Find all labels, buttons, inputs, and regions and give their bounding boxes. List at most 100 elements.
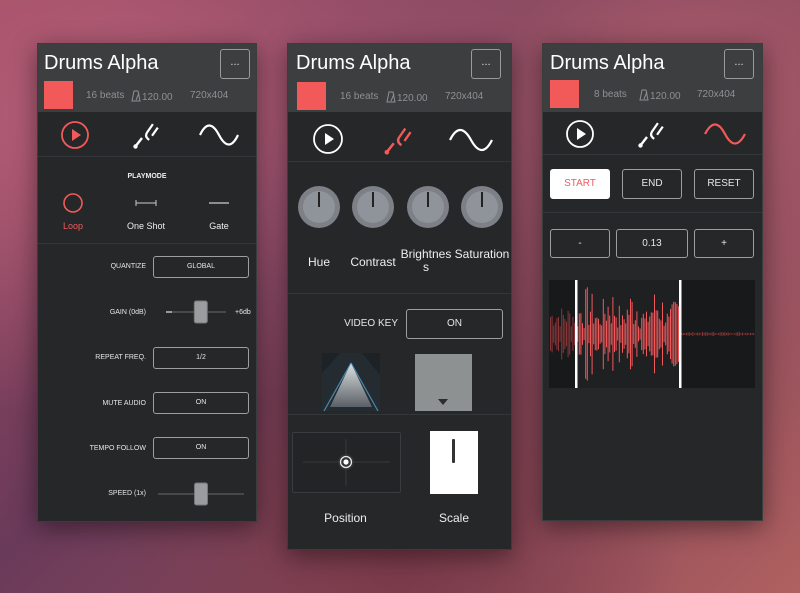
waveform-bar [604, 313, 606, 355]
tuning-fork-icon[interactable] [637, 117, 665, 149]
brightness-knob[interactable] [405, 184, 451, 230]
gate-mode-label[interactable]: Gate [194, 221, 244, 231]
video-key-toggle[interactable]: ON [406, 309, 503, 339]
position-pad[interactable] [292, 432, 401, 493]
waveform-bar [569, 313, 571, 355]
mute-audio-toggle[interactable]: ON [153, 392, 249, 414]
speed-slider[interactable] [156, 481, 246, 507]
tuning-fork-icon[interactable] [132, 118, 160, 150]
divider [38, 156, 256, 157]
sine-wave-icon[interactable] [198, 122, 240, 148]
loop-mode-label[interactable]: Loop [48, 221, 98, 231]
color-swatch[interactable] [297, 82, 326, 110]
one-shot-mode-label[interactable]: One Shot [116, 221, 176, 231]
end-button[interactable]: END [622, 169, 682, 199]
play-icon[interactable] [565, 119, 595, 149]
knob-icon [407, 186, 449, 228]
waveform-bar [610, 323, 612, 345]
color-swatch[interactable] [44, 81, 73, 109]
waveform-bar [724, 332, 726, 336]
video-key-preview [322, 353, 380, 411]
waveform-bar [658, 318, 660, 350]
playback-panel: Drums Alpha ... 16 beats 120.00 720x404 … [37, 43, 257, 522]
more-button[interactable]: ... [471, 49, 501, 79]
play-icon[interactable] [312, 123, 344, 155]
end-marker[interactable] [679, 280, 682, 388]
start-marker[interactable] [575, 280, 578, 388]
knob-icon [461, 186, 503, 228]
waveform-bar [562, 315, 564, 353]
start-button[interactable]: START [550, 169, 610, 199]
key-preview-image [322, 353, 380, 411]
more-button[interactable]: ... [724, 49, 754, 79]
loop-mode-icon[interactable] [62, 192, 84, 214]
waveform-bar [642, 313, 644, 355]
waveform-bar [711, 332, 713, 336]
waveform-bar [650, 312, 652, 356]
resolution: 720x404 [697, 89, 736, 100]
increment-button[interactable]: + [694, 229, 754, 258]
color-swatch[interactable] [550, 80, 579, 108]
reset-button[interactable]: RESET [694, 169, 754, 199]
waveform-display[interactable] [549, 280, 755, 388]
waveform-bar [694, 333, 695, 335]
gate-mode-icon[interactable] [208, 201, 230, 205]
tuning-fork-icon[interactable] [383, 122, 413, 156]
beats-count: 16 beats [86, 90, 125, 101]
video-effects-panel: Drums Alpha ... 16 beats 120.00 720x404 … [287, 43, 512, 550]
waveform-bar [618, 305, 620, 363]
gain-slider[interactable] [162, 299, 230, 325]
play-icon[interactable] [60, 120, 90, 150]
quantize-select[interactable]: GLOBAL [153, 256, 249, 278]
waveform-bar [706, 332, 708, 336]
saturation-knob[interactable] [459, 184, 505, 230]
bpm-value: 120.00 [650, 91, 681, 102]
metronome-icon [639, 89, 649, 101]
speed-slider-thumb[interactable] [194, 482, 208, 506]
one-shot-mode-icon[interactable] [135, 198, 157, 208]
decrement-button[interactable]: - [550, 229, 610, 258]
waveform-bar [626, 309, 628, 359]
waveform-bar [700, 333, 702, 335]
waveform-bar [705, 332, 707, 336]
waveform-bar [713, 332, 715, 336]
value-field[interactable]: 0.13 [616, 229, 688, 258]
waveform-bar [732, 333, 734, 335]
sine-wave-icon[interactable] [703, 121, 747, 147]
sine-wave-icon[interactable] [448, 126, 494, 154]
waveform-bar [722, 332, 724, 336]
audio-trim-panel: Drums Alpha ... 8 beats 120.00 720x404 S… [542, 43, 763, 521]
metronome-icon [386, 91, 396, 103]
waveform-bar [668, 316, 670, 352]
key-color-picker[interactable] [415, 354, 472, 411]
scale-slider[interactable] [430, 431, 478, 494]
tempo-follow-toggle[interactable]: ON [153, 437, 249, 459]
panel-title: Drums Alpha [296, 52, 411, 74]
mute-audio-label: MUTE AUDIO [102, 400, 146, 407]
waveform-bar [561, 308, 563, 360]
waveform-bar [583, 327, 585, 341]
contrast-knob[interactable] [350, 184, 396, 230]
scale-handle[interactable] [452, 439, 455, 463]
waveform-bar [726, 333, 727, 335]
resolution: 720x404 [190, 90, 229, 101]
waveform-bar [730, 333, 732, 335]
waveform-bar [590, 311, 591, 357]
gain-slider-thumb[interactable] [193, 300, 208, 324]
divider [543, 212, 762, 213]
more-button[interactable]: ... [220, 49, 250, 79]
waveform-bar [678, 306, 679, 362]
waveform-bar [684, 333, 686, 335]
repeat-freq-select[interactable]: 1/2 [153, 347, 249, 369]
waveform-bar [625, 323, 627, 345]
waveform-bar [727, 332, 729, 336]
saturation-label: Saturation [454, 247, 510, 261]
waveform [549, 280, 755, 388]
waveform-bar [655, 310, 657, 358]
waveform-bar [582, 323, 583, 345]
position-pad-grid [303, 439, 390, 486]
hue-knob[interactable] [296, 184, 342, 230]
beats-count: 16 beats [340, 91, 379, 102]
waveform-bar [702, 331, 703, 337]
bpm-display: 120.00 [131, 90, 173, 103]
